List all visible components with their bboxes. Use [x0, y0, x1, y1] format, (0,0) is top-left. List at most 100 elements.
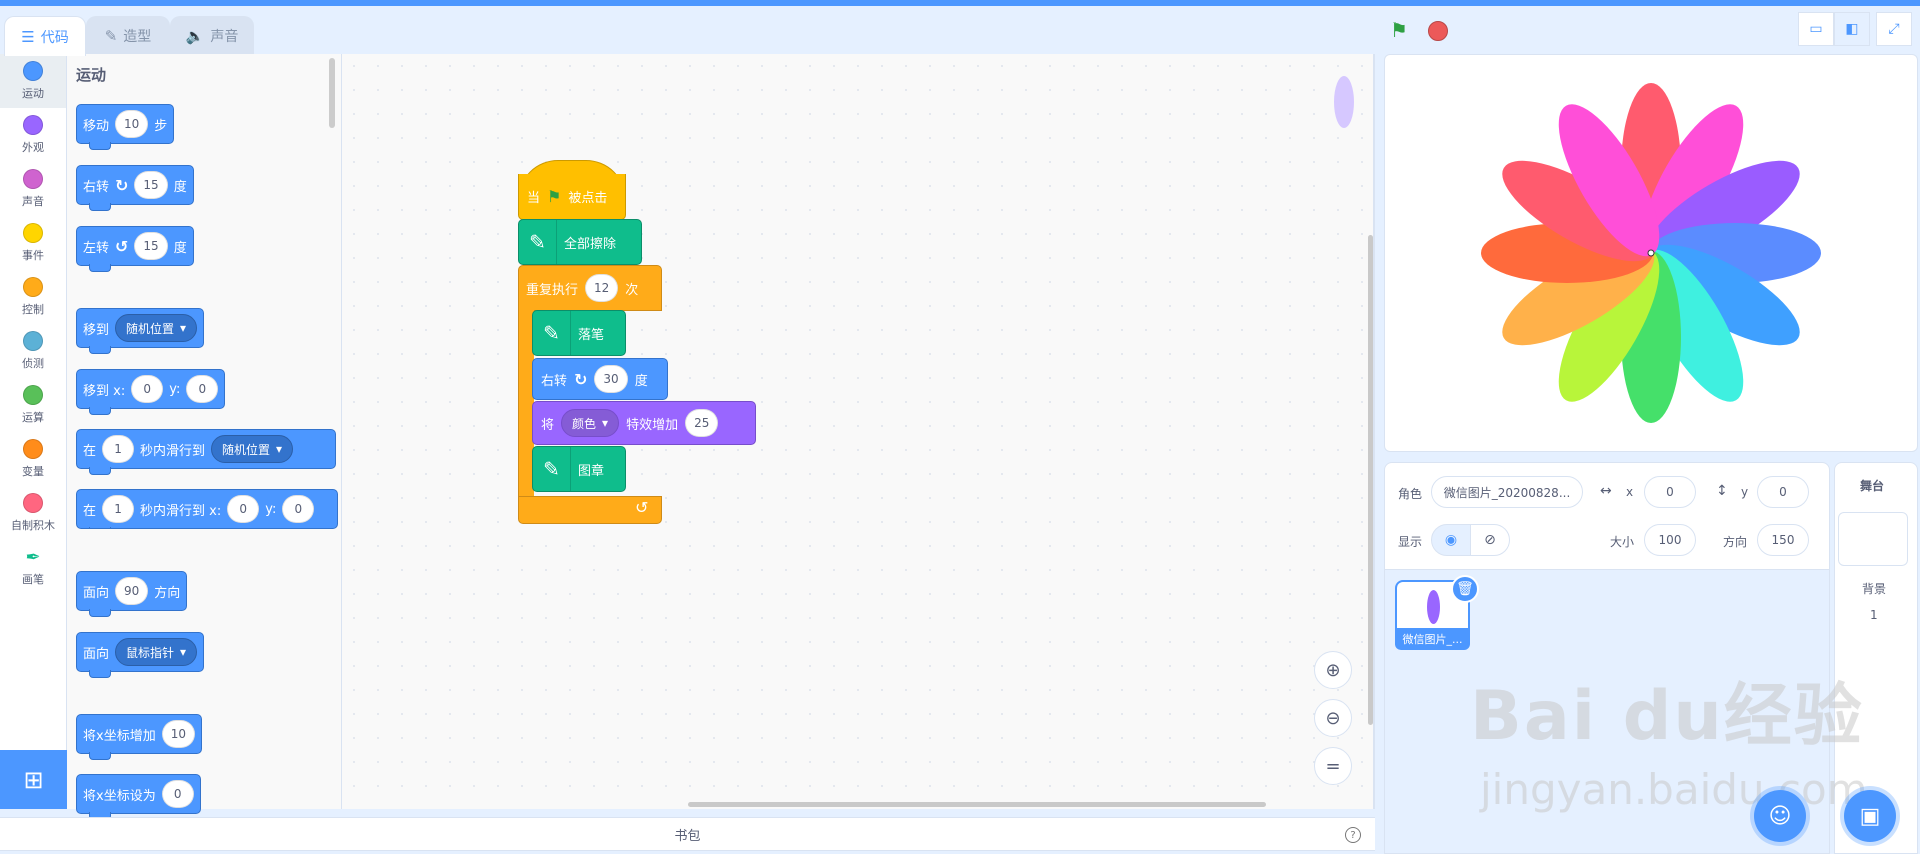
- stop-button[interactable]: [1428, 21, 1448, 41]
- category-my-blocks[interactable]: 自制积木: [0, 486, 66, 540]
- tab-sounds-label: 声音: [210, 28, 239, 45]
- block-turn-right[interactable]: 右转 ↻ 15 度: [76, 165, 194, 211]
- show-visible-button[interactable]: ◉: [1431, 524, 1471, 556]
- green-flag-button[interactable]: ⚑: [1390, 18, 1408, 42]
- palette-heading: 运动: [76, 66, 107, 84]
- block-pen-clear[interactable]: ✎ 全部擦除: [518, 219, 642, 265]
- category-label: 变量: [22, 465, 44, 478]
- tab-code[interactable]: ☰ 代码: [4, 16, 86, 56]
- zoom-reset-icon: =: [1325, 755, 1341, 777]
- block-text: 秒内滑行到 x:: [140, 503, 222, 519]
- category-looks[interactable]: 外观: [0, 108, 66, 162]
- palette-scrollbar[interactable]: [329, 58, 335, 128]
- sprite-y-field[interactable]: 0: [1757, 476, 1809, 508]
- sprite-x-field[interactable]: 0: [1644, 476, 1696, 508]
- sound-color-dot: [23, 169, 43, 189]
- block-input[interactable]: 30: [594, 365, 628, 393]
- block-input[interactable]: 25: [685, 409, 719, 437]
- show-hidden-button[interactable]: ⊘: [1470, 524, 1510, 556]
- block-input[interactable]: 1: [102, 495, 135, 523]
- block-input[interactable]: 1: [102, 435, 135, 463]
- sprite-direction-field[interactable]: 150: [1757, 524, 1809, 556]
- zoom-in-button[interactable]: ⊕: [1314, 651, 1352, 689]
- category-operators[interactable]: 运算: [0, 378, 66, 432]
- workspace-vertical-scrollbar[interactable]: [1368, 235, 1373, 725]
- block-dropdown[interactable]: 颜色 ▾: [561, 409, 620, 437]
- sprite-size-field[interactable]: 100: [1644, 524, 1696, 556]
- block-change-effect[interactable]: 将 颜色 ▾ 特效增加 25: [532, 401, 756, 445]
- block-set-x[interactable]: 将x坐标设为 0: [76, 774, 201, 820]
- block-text: 步: [154, 118, 168, 134]
- block-input[interactable]: 0: [282, 495, 315, 523]
- backpack-label: 书包: [674, 828, 701, 844]
- block-input[interactable]: 0: [227, 495, 260, 523]
- block-input[interactable]: 90: [115, 577, 149, 605]
- zoom-out-button[interactable]: ⊖: [1314, 699, 1352, 737]
- category-variables[interactable]: 变量: [0, 432, 66, 486]
- normal-stage-button[interactable]: ◧: [1834, 12, 1870, 46]
- category-label: 声音: [22, 195, 44, 208]
- workspace-horizontal-scrollbar[interactable]: [688, 802, 1266, 807]
- block-text: 左转: [83, 240, 110, 256]
- category-motion[interactable]: 运动: [0, 54, 66, 108]
- block-move-steps[interactable]: 移动 10 步: [76, 104, 175, 150]
- block-dropdown[interactable]: 随机位置 ▾: [115, 314, 198, 342]
- block-text: 将x坐标增加: [83, 728, 156, 744]
- block-dropdown[interactable]: 鼠标指针 ▾: [115, 638, 198, 666]
- block-glide-xy[interactable]: 在 1 秒内滑行到 x: 0 y: 0: [76, 489, 338, 529]
- block-text: 方向: [154, 585, 181, 601]
- block-input[interactable]: 12: [585, 274, 619, 302]
- backpack-bar[interactable]: 书包: [0, 817, 1375, 851]
- block-point-towards[interactable]: 面向 鼠标指针 ▾: [76, 632, 205, 678]
- stage-canvas[interactable]: [1384, 54, 1918, 452]
- block-turn-left[interactable]: 左转 ↺ 15 度: [76, 226, 194, 272]
- block-point-direction[interactable]: 面向 90 方向: [76, 571, 188, 617]
- block-input[interactable]: 0: [186, 375, 219, 403]
- block-text: 度: [173, 240, 187, 256]
- block-when-flag-clicked[interactable]: 当 ⚑ 被点击: [518, 174, 626, 220]
- category-sound[interactable]: 声音: [0, 162, 66, 216]
- block-text: 在: [83, 443, 97, 459]
- tab-sounds[interactable]: 🔈 声音: [170, 16, 254, 54]
- green-flag-icon: ⚑: [547, 187, 562, 206]
- tab-costumes-label: 造型: [123, 28, 152, 45]
- category-sensing[interactable]: 侦测: [0, 324, 66, 378]
- sprite-preview: [1427, 590, 1440, 624]
- add-extension-button[interactable]: ⊞: [0, 750, 67, 809]
- choose-backdrop-button[interactable]: ▣: [1844, 790, 1896, 842]
- category-events[interactable]: 事件: [0, 216, 66, 270]
- fullscreen-button[interactable]: ⤢: [1876, 12, 1912, 46]
- block-input[interactable]: 15: [134, 171, 168, 199]
- block-goto-xy[interactable]: 移到 x: 0 y: 0: [76, 369, 226, 415]
- sprite-name-field[interactable]: 微信图片_20200828...: [1431, 476, 1583, 508]
- block-input[interactable]: 0: [131, 375, 164, 403]
- block-dropdown[interactable]: 随机位置 ▾: [211, 435, 294, 463]
- block-change-x[interactable]: 将x坐标增加 10: [76, 714, 202, 760]
- tab-costumes[interactable]: ✎ 造型: [86, 16, 170, 54]
- small-stage-button[interactable]: ▭: [1798, 12, 1834, 46]
- dropdown-value: 鼠标指针: [126, 645, 175, 660]
- category-pen[interactable]: ✒ 画笔: [0, 540, 66, 594]
- dropdown-value: 颜色: [572, 416, 597, 431]
- choose-sprite-button[interactable]: ☺: [1754, 790, 1806, 842]
- category-label: 运动: [22, 87, 44, 100]
- block-input[interactable]: 0: [161, 780, 194, 808]
- block-input[interactable]: 10: [161, 720, 195, 748]
- help-icon[interactable]: ?: [1345, 827, 1361, 843]
- backdrop-thumbnail[interactable]: [1838, 512, 1908, 566]
- block-glide[interactable]: 在 1 秒内滑行到 随机位置 ▾: [76, 429, 336, 475]
- trash-icon: 🗑: [1456, 581, 1474, 597]
- category-control[interactable]: 控制: [0, 270, 66, 324]
- operators-color-dot: [23, 385, 43, 405]
- block-goto[interactable]: 移到 随机位置 ▾: [76, 308, 205, 354]
- block-stamp[interactable]: ✎ 图章: [532, 446, 626, 492]
- eye-hidden-icon: ⊘: [1484, 532, 1496, 548]
- block-turn-right[interactable]: 右转 ↻ 30 度: [532, 358, 668, 400]
- script-workspace[interactable]: [342, 54, 1375, 809]
- block-text: 移到 x:: [83, 383, 126, 399]
- block-input[interactable]: 10: [115, 110, 149, 138]
- block-input[interactable]: 15: [134, 232, 168, 260]
- delete-sprite-button[interactable]: 🗑: [1451, 575, 1479, 603]
- block-pen-down[interactable]: ✎ 落笔: [532, 310, 626, 356]
- zoom-reset-button[interactable]: =: [1314, 747, 1352, 785]
